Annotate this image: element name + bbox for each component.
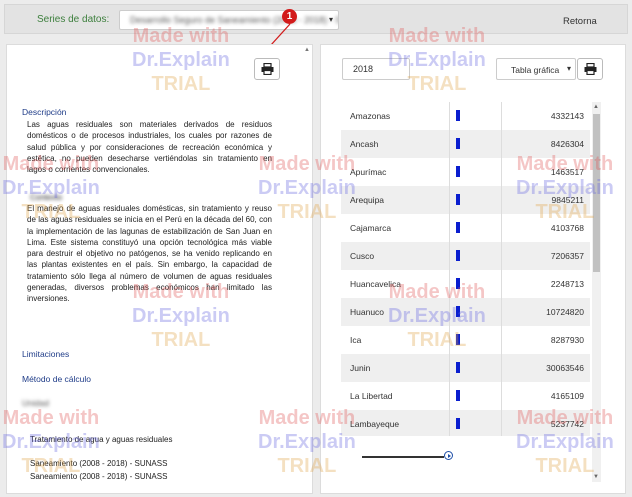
row-name: Huanuco (350, 307, 385, 317)
row-bar (456, 138, 460, 149)
section-limitaciones[interactable]: Limitaciones (22, 349, 69, 359)
print-button-right[interactable] (577, 58, 603, 80)
row-bar (456, 110, 460, 121)
chart-type-select[interactable]: Tabla gráfica ▾ (496, 58, 576, 80)
row-bar (456, 362, 460, 373)
scroll-up-icon[interactable]: ▲ (593, 104, 599, 110)
row-name: Apurímac (350, 167, 387, 177)
table-row: Cusco 7206357 (341, 242, 590, 270)
description-subheading: Contexto (30, 193, 63, 202)
row-name: Ancash (350, 139, 379, 149)
row-name: Junin (350, 363, 371, 373)
series-label: Series de datos: (37, 14, 110, 25)
retorna-link[interactable]: Retorna (563, 16, 597, 27)
row-name: Ica (350, 335, 362, 345)
table-row: Cajamarca 4103768 (341, 214, 590, 242)
row-name: Amazonas (350, 111, 391, 121)
year-select[interactable]: 2018 (342, 58, 410, 80)
series-select-value: Desarrollo Seguro de Saneamiento (2008 -… (130, 15, 338, 25)
row-bar (456, 390, 460, 401)
row-name: Huancavelica (350, 279, 402, 289)
slider-track[interactable] (362, 456, 444, 458)
table-row: Arequipa 9845211 (341, 186, 590, 214)
row-value: 30063546 (546, 363, 584, 373)
scrollbar-thumb[interactable] (593, 114, 600, 272)
row-bar (456, 222, 460, 233)
row-value: 7206357 (550, 251, 584, 261)
section-descripcion[interactable]: Descripción (22, 107, 66, 117)
row-bar (456, 418, 460, 429)
table-row: Amazonas 4332143 (341, 102, 590, 130)
play-slider-handle[interactable] (444, 451, 453, 460)
table-row: Junin 30063546 (341, 354, 590, 382)
scroll-up-icon[interactable]: ▲ (304, 47, 310, 53)
row-bar (456, 166, 460, 177)
row-value: 1463517 (550, 167, 584, 177)
table-scrollbar[interactable]: ▲ ▼ (592, 102, 601, 482)
row-value: 9845211 (551, 195, 584, 205)
year-value: 2018 (353, 64, 374, 74)
row-value: 4165109 (550, 391, 584, 401)
table-row: Ancash 8426304 (341, 130, 590, 158)
chart-type-value: Tabla gráfica (511, 65, 560, 75)
source-line-1: Tratamiento de agua y aguas residuales (30, 435, 173, 444)
table-row: Huancavelica 2248713 (341, 270, 590, 298)
row-bar (456, 194, 460, 205)
table-row: Ica 8287930 (341, 326, 590, 354)
toolbar: Series de datos: Desarrollo Seguro de Sa… (4, 4, 628, 34)
row-value: 4103768 (550, 223, 584, 233)
data-table: Amazonas 4332143 Ancash 8426304 Apurímac 1463… (341, 102, 590, 436)
section-unidad[interactable]: Unidad (22, 398, 49, 408)
row-bar (456, 278, 460, 289)
row-value: 4332143 (550, 111, 584, 121)
print-button-left[interactable] (254, 58, 280, 80)
column-divider (449, 102, 450, 436)
description-text-2: El manejo de aguas residuales domésticas… (27, 204, 272, 304)
source-line-2: Saneamiento (2008 - 2018) - SUNASS (30, 459, 168, 468)
section-metodo-calculo[interactable]: Método de cálculo (22, 374, 91, 384)
description-text: Las aguas residuales son materiales deri… (27, 120, 272, 175)
row-value: 10724820 (546, 307, 584, 317)
row-value: 5237742 (550, 419, 584, 429)
row-name: Lambayeque (350, 419, 400, 429)
row-name: Cusco (350, 251, 375, 261)
row-value: 2248713 (550, 279, 584, 289)
column-divider (501, 102, 502, 436)
row-bar (456, 250, 460, 261)
printer-icon (261, 63, 274, 75)
row-name: La Libertad (350, 391, 393, 401)
row-value: 8426304 (550, 139, 584, 149)
row-bar (456, 334, 460, 345)
row-name: Cajamarca (350, 223, 392, 233)
row-bar (456, 306, 460, 317)
source-line-3: Saneamiento (2008 - 2018) - SUNASS (30, 472, 168, 481)
scroll-down-icon[interactable]: ▼ (593, 474, 599, 480)
chevron-down-icon: ▾ (566, 64, 571, 73)
series-select[interactable]: Desarrollo Seguro de Saneamiento (2008 -… (119, 10, 339, 30)
printer-icon (584, 63, 597, 75)
row-name: Arequipa (350, 195, 385, 205)
table-row: La Libertad 4165109 (341, 382, 590, 410)
row-value: 8287930 (550, 335, 584, 345)
table-row: Lambayeque 5237742 (341, 410, 590, 436)
table-row: Apurímac 1463517 (341, 158, 590, 186)
table-row: Huanuco 10724820 (341, 298, 590, 326)
chevron-down-icon: ▾ (328, 15, 333, 24)
